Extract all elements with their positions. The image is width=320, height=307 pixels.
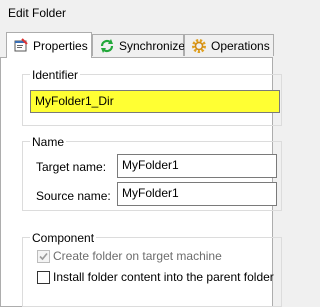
create-folder-label: Create folder on target machine — [53, 249, 222, 263]
create-folder-checkbox[interactable] — [37, 250, 50, 263]
source-name-input[interactable]: MyFolder1 — [117, 182, 277, 206]
identifier-value: MyFolder1_Dir — [35, 94, 114, 108]
target-name-value: MyFolder1 — [122, 158, 179, 172]
tab-operations-label: Operations — [211, 38, 270, 53]
source-name-value: MyFolder1 — [122, 186, 179, 200]
target-name-input[interactable]: MyFolder1 — [117, 154, 277, 178]
window-title: Edit Folder — [8, 6, 67, 20]
source-name-label: Source name: — [36, 189, 111, 203]
properties-icon — [13, 37, 29, 54]
identifier-group-label: Identifier — [30, 68, 81, 82]
tab-synchronize-label: Synchronize — [119, 38, 186, 53]
install-content-label: Install folder content into the parent f… — [53, 270, 274, 284]
component-group-label: Component — [30, 231, 97, 245]
install-content-checkbox[interactable] — [37, 271, 50, 284]
identifier-input[interactable]: MyFolder1_Dir — [30, 90, 280, 113]
gear-icon — [191, 38, 207, 54]
name-group-label: Name — [30, 135, 67, 149]
properties-panel: Identifier MyFolder1_Dir Name Target nam… — [0, 57, 282, 307]
tab-properties[interactable]: Properties — [6, 32, 92, 58]
tab-operations[interactable]: Operations — [184, 34, 274, 56]
tab-synchronize[interactable]: Synchronize — [92, 34, 186, 56]
checkmark-icon — [39, 252, 48, 261]
tab-strip: Properties Synchronize Operations — [0, 32, 274, 58]
synchronize-icon — [99, 38, 115, 54]
target-name-label: Target name: — [36, 160, 107, 174]
tab-properties-label: Properties — [33, 38, 88, 53]
